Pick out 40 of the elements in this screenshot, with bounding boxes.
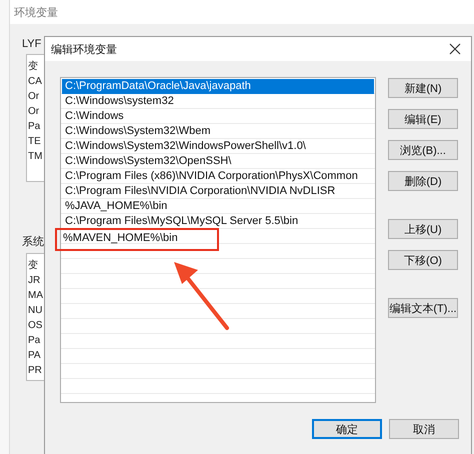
dialog-button[interactable]: 取消 bbox=[389, 419, 459, 439]
list-item[interactable]: JR bbox=[28, 273, 40, 288]
dialog-button[interactable]: 下移(O) bbox=[388, 250, 458, 270]
list-item[interactable]: C:\Windows bbox=[62, 109, 374, 124]
list-item[interactable]: TE bbox=[28, 134, 41, 149]
list-item[interactable]: Or bbox=[28, 89, 40, 104]
list-item[interactable]: C:\Windows\System32\Wbem bbox=[62, 124, 374, 139]
list-item[interactable]: %MAVEN_HOME%\bin bbox=[61, 231, 178, 246]
list-item[interactable]: CA bbox=[28, 74, 42, 89]
list-item[interactable]: 变 bbox=[28, 258, 38, 273]
dialog-button[interactable]: 编辑文本(T)... bbox=[388, 298, 458, 318]
list-item[interactable]: OS bbox=[28, 318, 42, 333]
list-item[interactable]: C:\Program Files (x86)\NVIDIA Corporation\PhysX\Common bbox=[62, 169, 374, 184]
dialog-button[interactable]: 浏览(B)... bbox=[388, 140, 458, 160]
list-item[interactable]: PA bbox=[28, 348, 41, 363]
group-label: 系统 bbox=[22, 234, 44, 249]
dialog-button[interactable]: 编辑(E) bbox=[388, 109, 458, 129]
list-item[interactable]: C:\Program Files\MySQL\MySQL Server 5.5\bin bbox=[62, 214, 374, 229]
dialog-title: 编辑环境变量 bbox=[51, 42, 117, 56]
list-item[interactable]: PR bbox=[28, 363, 42, 378]
list-item[interactable]: C:\Program Files\NVIDIA Corporation\NVIDIA NvDLISR bbox=[62, 184, 374, 199]
list-item[interactable]: Pa bbox=[28, 333, 40, 348]
list-item[interactable]: 变 bbox=[28, 59, 38, 74]
close-icon[interactable] bbox=[449, 43, 461, 55]
list-item[interactable]: Or bbox=[28, 104, 40, 119]
list-item[interactable]: TM bbox=[28, 149, 42, 164]
list-item[interactable]: C:\Windows\system32 bbox=[62, 94, 374, 109]
dialog-button[interactable]: 确定 bbox=[312, 419, 382, 439]
group-label: LYF bbox=[22, 38, 42, 50]
list-item[interactable]: Pa bbox=[28, 119, 40, 134]
dialog-button[interactable]: 删除(D) bbox=[388, 171, 458, 191]
list-item[interactable]: C:\Windows\System32\WindowsPowerShell\v1.0\ bbox=[62, 139, 374, 154]
dialog-button[interactable]: 上移(U) bbox=[388, 219, 458, 239]
list-item[interactable]: C:\ProgramData\Oracle\Java\javapath bbox=[62, 79, 374, 94]
list-item[interactable]: C:\Windows\System32\OpenSSH\ bbox=[62, 154, 374, 169]
list-item[interactable]: %JAVA_HOME%\bin bbox=[62, 199, 374, 214]
list-item[interactable]: MA bbox=[28, 288, 43, 303]
dialog-button[interactable]: 新建(N) bbox=[388, 78, 458, 98]
list-item[interactable]: NU bbox=[28, 303, 42, 318]
window-title: 环境变量 bbox=[10, 0, 474, 24]
